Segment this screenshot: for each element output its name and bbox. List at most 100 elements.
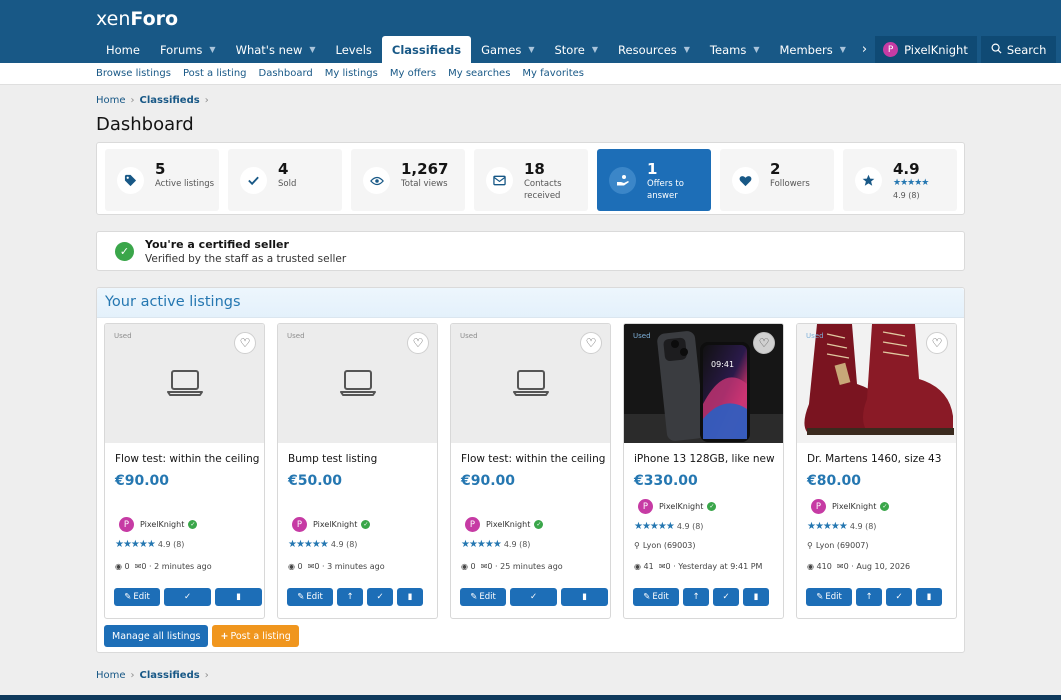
breadcrumb-home[interactable]: Home xyxy=(96,670,126,681)
listing-card[interactable]: Used ♡ Dr. Martens 1460, size 43 €80.00 P Pix… xyxy=(796,323,957,619)
subnav-my-listings[interactable]: My listings xyxy=(325,68,378,79)
listing-title[interactable]: iPhone 13 128GB, like new xyxy=(634,453,775,465)
favorite-heart-icon[interactable]: ♡ xyxy=(234,332,256,354)
nav-tab-resources[interactable]: Resources ▼ xyxy=(608,36,700,63)
listing-image[interactable]: Used ♡ xyxy=(451,324,610,443)
edit-button[interactable]: ✎ Edit xyxy=(633,588,679,606)
listing-card[interactable]: Used ♡ Flow test: within the ceiling €90.00… xyxy=(450,323,611,619)
site-logo[interactable]: xenForo xyxy=(96,8,178,30)
trash-icon: ▮ xyxy=(582,592,587,602)
mark-sold-button[interactable]: ✓ xyxy=(367,588,393,606)
delete-button[interactable]: ▮ xyxy=(561,588,608,606)
chevron-down-icon[interactable]: ▼ xyxy=(753,45,759,54)
listing-card[interactable]: Used ♡ Flow test: within the ceiling €90.00… xyxy=(104,323,265,619)
mark-sold-button[interactable]: ✓ xyxy=(164,588,211,606)
chevron-down-icon[interactable]: ▼ xyxy=(840,45,846,54)
subnav-dashboard[interactable]: Dashboard xyxy=(259,68,313,79)
stat-value: 1 xyxy=(647,160,658,178)
nav-more-icon[interactable]: › xyxy=(856,36,873,63)
nav-tab-games[interactable]: Games ▼ xyxy=(471,36,544,63)
listing-seller[interactable]: P PixelKnight ✓ xyxy=(638,499,717,514)
nav-tab-forums[interactable]: Forums ▼ xyxy=(150,36,226,63)
edit-button[interactable]: ✎ Edit xyxy=(114,588,160,606)
listing-meta: ◉ 0 ✉0 · 25 minutes ago xyxy=(461,562,563,571)
listing-image[interactable]: 09:41 Used ♡ xyxy=(624,324,783,443)
post-listing-button[interactable]: + Post a listing xyxy=(212,625,299,647)
footer-bar xyxy=(0,695,1061,700)
stat-hand-coin[interactable]: 1 Offers to answer xyxy=(597,149,711,211)
nav-tab-members[interactable]: Members ▼ xyxy=(769,36,855,63)
mark-sold-button[interactable]: ✓ xyxy=(886,588,912,606)
favorite-heart-icon[interactable]: ♡ xyxy=(580,332,602,354)
edit-button[interactable]: ✎ Edit xyxy=(287,588,333,606)
listing-seller[interactable]: P PixelKnight ✓ xyxy=(811,499,890,514)
breadcrumb-classifieds[interactable]: Classifieds xyxy=(140,95,200,106)
listing-image[interactable]: Used ♡ xyxy=(278,324,437,443)
stat-tag[interactable]: 5 Active listings xyxy=(105,149,219,211)
breadcrumb-home[interactable]: Home xyxy=(96,95,126,106)
mark-sold-button[interactable]: ✓ xyxy=(713,588,739,606)
listing-card[interactable]: Used ♡ Bump test listing €50.00 P PixelKnight… xyxy=(277,323,438,619)
bump-button[interactable]: ↑ xyxy=(683,588,709,606)
stat-check[interactable]: 4 Sold xyxy=(228,149,342,211)
chevron-down-icon[interactable]: ▼ xyxy=(684,45,690,54)
delete-button[interactable]: ▮ xyxy=(916,588,942,606)
rating-stars: ★★★★★ xyxy=(634,521,675,532)
nav-tab-store[interactable]: Store ▼ xyxy=(544,36,608,63)
listing-seller[interactable]: P PixelKnight ✓ xyxy=(465,517,544,532)
listing-title[interactable]: Flow test: within the ceiling xyxy=(461,453,605,465)
manage-listings-button[interactable]: Manage all listings xyxy=(104,625,209,647)
user-menu[interactable]: P PixelKnight xyxy=(875,36,977,63)
bump-button[interactable]: ↑ xyxy=(856,588,882,606)
listing-card[interactable]: 09:41 Used ♡ iPhone 13 128GB, like new €330.… xyxy=(623,323,784,619)
stat-label: Offers to answer xyxy=(647,179,684,201)
stat-heart[interactable]: 2 Followers xyxy=(720,149,834,211)
favorite-heart-icon[interactable]: ♡ xyxy=(407,332,429,354)
trash-icon: ▮ xyxy=(236,592,241,602)
stat-star[interactable]: 4.9 ★★★★★ 4.9 (8) xyxy=(843,149,957,211)
chevron-down-icon[interactable]: ▼ xyxy=(309,45,315,54)
delete-button[interactable]: ▮ xyxy=(215,588,262,606)
listing-title[interactable]: Dr. Martens 1460, size 43 xyxy=(807,453,941,465)
edit-button[interactable]: ✎ Edit xyxy=(806,588,852,606)
listing-title[interactable]: Flow test: within the ceiling xyxy=(115,453,259,465)
chevron-down-icon[interactable]: ▼ xyxy=(209,45,215,54)
eye-icon xyxy=(363,167,390,194)
subnav-my-searches[interactable]: My searches xyxy=(448,68,510,79)
avatar: P xyxy=(883,42,899,57)
edit-button[interactable]: ✎ Edit xyxy=(460,588,506,606)
nav-tab-teams[interactable]: Teams ▼ xyxy=(700,36,770,63)
stat-envelope[interactable]: 18 Contacts received xyxy=(474,149,588,211)
search-button[interactable]: Search xyxy=(980,36,1057,63)
listing-seller[interactable]: P PixelKnight ✓ xyxy=(119,517,198,532)
nav-tab-what-s-new[interactable]: What's new ▼ xyxy=(226,36,326,63)
delete-button[interactable]: ▮ xyxy=(743,588,769,606)
listing-meta: ◉ 0 ✉0 · 3 minutes ago xyxy=(288,562,385,571)
subnav-my-favorites[interactable]: My favorites xyxy=(522,68,584,79)
listing-image[interactable]: Used ♡ xyxy=(797,324,956,443)
breadcrumb-classifieds[interactable]: Classifieds xyxy=(140,670,200,681)
eye-icon: ◉ xyxy=(634,562,641,571)
stat-value: 4.9 xyxy=(893,160,920,178)
stat-eye[interactable]: 1,267 Total views xyxy=(351,149,465,211)
mark-sold-button[interactable]: ✓ xyxy=(510,588,557,606)
bump-button[interactable]: ↑ xyxy=(337,588,363,606)
subnav-browse-listings[interactable]: Browse listings xyxy=(96,68,171,79)
pencil-icon: ✎ xyxy=(297,592,305,602)
nav-tab-classifieds[interactable]: Classifieds xyxy=(381,36,472,63)
chevron-down-icon[interactable]: ▼ xyxy=(528,45,534,54)
listing-seller[interactable]: P PixelKnight ✓ xyxy=(292,517,371,532)
delete-button[interactable]: ▮ xyxy=(397,588,423,606)
favorite-heart-icon[interactable]: ♡ xyxy=(753,332,775,354)
favorite-heart-icon[interactable]: ♡ xyxy=(926,332,948,354)
nav-tab-home[interactable]: Home xyxy=(96,36,150,63)
chevron-down-icon[interactable]: ▼ xyxy=(592,45,598,54)
subnav-post-a-listing[interactable]: Post a listing xyxy=(183,68,247,79)
laptop-icon xyxy=(167,369,203,400)
subnav-my-offers[interactable]: My offers xyxy=(390,68,436,79)
trash-icon: ▮ xyxy=(926,592,932,602)
breadcrumb: Home › Classifieds › xyxy=(96,95,209,106)
listing-title[interactable]: Bump test listing xyxy=(288,453,377,465)
nav-tab-levels[interactable]: Levels xyxy=(326,36,382,63)
listing-image[interactable]: Used ♡ xyxy=(105,324,264,443)
